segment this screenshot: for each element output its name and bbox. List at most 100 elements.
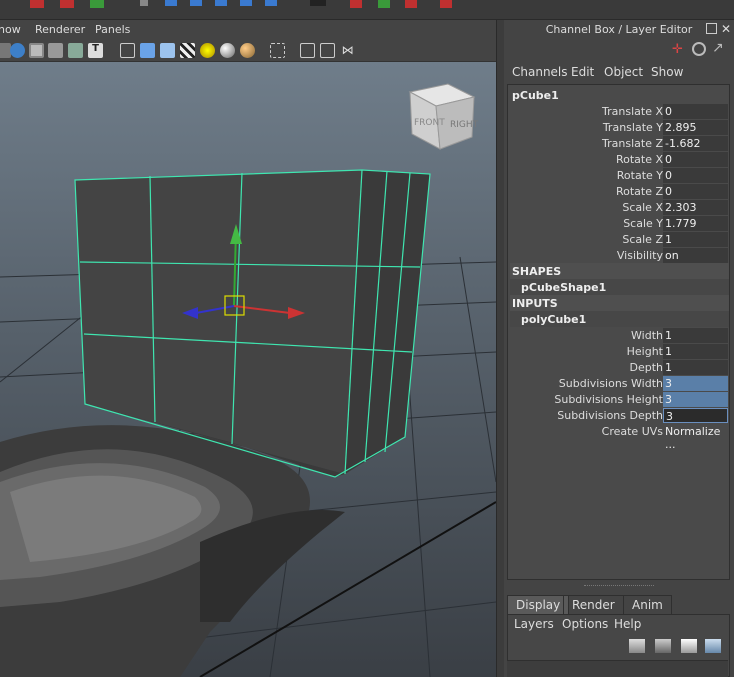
ambient-occlusion-icon[interactable] — [240, 43, 255, 58]
isolate-icon[interactable] — [29, 43, 44, 58]
shelf-icon[interactable] — [165, 0, 177, 6]
attr-row[interactable]: Rotate Z0 — [508, 183, 729, 199]
attr-field[interactable]: 0 — [663, 184, 728, 199]
tab-render[interactable]: Render — [563, 595, 624, 614]
attr-row[interactable]: Width 1 — [508, 327, 729, 343]
attr-row[interactable]: Visibility on — [508, 247, 729, 263]
attr-row[interactable]: Depth 1 — [508, 359, 729, 375]
attr-field[interactable]: Normalize ... — [663, 424, 728, 451]
wireframe-cube-icon[interactable] — [120, 43, 135, 58]
attr-field-selected[interactable]: 3 — [663, 376, 728, 391]
wireframe-on-shaded-icon[interactable] — [160, 43, 175, 58]
menu-options[interactable]: Options — [562, 617, 608, 631]
attr-field-selected[interactable]: 3 — [663, 392, 728, 407]
shelf-icon[interactable] — [405, 0, 417, 8]
shelf-icon[interactable] — [60, 0, 74, 8]
attr-field[interactable]: -1.682 — [663, 136, 728, 151]
shelf-icon[interactable] — [215, 0, 227, 6]
attr-row[interactable]: Height 1 — [508, 343, 729, 359]
attr-row[interactable]: Subdivisions Height 3 — [508, 391, 729, 407]
viewport-menubar: how Renderer Panels — [0, 20, 496, 40]
attr-row[interactable]: Scale X 2.303 — [508, 199, 729, 215]
menu-show-cb[interactable]: Show — [651, 65, 683, 79]
layer-move-up-icon[interactable] — [629, 639, 645, 653]
attr-row[interactable]: Translate X0 — [508, 103, 729, 119]
channel-box-title: Channel Box / Layer Editor — [545, 23, 693, 36]
view-cube[interactable]: FRONT RIGHT — [408, 83, 479, 150]
menu-edit[interactable]: Edit — [571, 65, 594, 79]
attr-row[interactable]: Subdivisions Depth 3 — [508, 407, 729, 423]
attr-field[interactable]: 2.303 — [663, 200, 728, 215]
menu-panels[interactable]: Panels — [95, 23, 130, 36]
shadows-icon[interactable] — [220, 43, 235, 58]
layer-list[interactable] — [507, 660, 728, 677]
panel-splitter[interactable] — [496, 20, 504, 677]
attr-field[interactable]: 1 — [663, 344, 728, 359]
share-icon[interactable]: ⋈ — [340, 43, 355, 58]
shelf-icon[interactable] — [190, 0, 202, 6]
menu-show[interactable]: how — [0, 23, 21, 36]
manipulator-icon[interactable]: ↗ — [712, 40, 724, 56]
attr-field-editing[interactable]: 3 — [663, 408, 728, 423]
create-layer-icon[interactable] — [705, 639, 721, 653]
attr-row[interactable]: Translate Z -1.682 — [508, 135, 729, 151]
attr-field[interactable]: 1 — [663, 360, 728, 375]
3d-viewport[interactable]: FRONT RIGHT — [0, 62, 496, 677]
attr-row[interactable]: Scale Y 1.779 — [508, 215, 729, 231]
close-icon[interactable]: ✕ — [721, 22, 731, 36]
attr-field[interactable]: 1.779 — [663, 216, 728, 231]
attr-field[interactable]: 0 — [663, 168, 728, 183]
attr-field[interactable]: 0 — [663, 104, 728, 119]
menu-layers[interactable]: Layers — [514, 617, 554, 631]
shelf-icon[interactable] — [440, 0, 452, 8]
attr-field[interactable]: 0 — [663, 152, 728, 167]
shelf-icon[interactable] — [30, 0, 44, 8]
object-name[interactable]: pCube1 — [510, 87, 729, 103]
viewcube-front-label: FRONT — [414, 118, 445, 128]
channel-speed-icon[interactable] — [692, 42, 706, 56]
attr-field[interactable]: on — [663, 248, 728, 263]
resolution-gate-icon[interactable] — [320, 43, 335, 58]
pane-splitter-handle[interactable] — [584, 585, 654, 588]
attr-row[interactable]: Subdivisions Width 3 — [508, 375, 729, 391]
shelf-icon[interactable] — [310, 0, 326, 6]
shape-node[interactable]: pCubeShape1 — [510, 279, 729, 295]
cube-outline-icon[interactable] — [300, 43, 315, 58]
shelf-icon[interactable] — [90, 0, 104, 8]
attr-field[interactable]: 1 — [663, 328, 728, 343]
new-layer-icon[interactable] — [655, 639, 671, 653]
input-node[interactable]: polyCube1 — [510, 311, 729, 327]
new-layer-selected-icon[interactable] — [681, 639, 697, 653]
lights-icon[interactable] — [200, 43, 215, 58]
camera-icon[interactable] — [10, 43, 25, 58]
tab-anim[interactable]: Anim — [623, 595, 672, 614]
shelf-icon[interactable] — [350, 0, 362, 8]
attr-row[interactable]: Create UVs Normalize ... — [508, 423, 729, 451]
attr-row[interactable]: Scale Z1 — [508, 231, 729, 247]
menu-renderer[interactable]: Renderer — [35, 23, 85, 36]
menu-help[interactable]: Help — [614, 617, 641, 631]
attr-row[interactable]: Translate Y 2.895 — [508, 119, 729, 135]
attr-row[interactable]: Rotate X0 — [508, 151, 729, 167]
grid-icon[interactable] — [48, 43, 63, 58]
attr-field[interactable]: 2.895 — [663, 120, 728, 135]
select-camera-icon[interactable] — [270, 43, 285, 58]
menu-object[interactable]: Object — [604, 65, 643, 79]
attr-row[interactable]: Rotate Y0 — [508, 167, 729, 183]
tab-display[interactable]: Display — [507, 595, 570, 614]
channel-box-panel: Channel Box / Layer Editor ✕ ✛ ↗ Channel… — [504, 20, 734, 677]
shelf-icon[interactable] — [240, 0, 252, 6]
shelf-icon[interactable] — [140, 0, 148, 6]
menu-channels[interactable]: Channels — [512, 65, 568, 79]
text-icon[interactable]: T — [88, 43, 103, 58]
viewport-toolbar: T ⋈ — [0, 40, 496, 62]
top-shelf-strip — [0, 0, 734, 20]
texture-icon[interactable] — [180, 43, 195, 58]
attr-field[interactable]: 1 — [663, 232, 728, 247]
shelf-icon[interactable] — [265, 0, 277, 6]
axis-icon[interactable]: ✛ — [672, 42, 686, 57]
shelf-icon[interactable] — [378, 0, 390, 8]
float-icon[interactable] — [706, 23, 717, 34]
smooth-shade-icon[interactable] — [140, 43, 155, 58]
xray-icon[interactable] — [68, 43, 83, 58]
